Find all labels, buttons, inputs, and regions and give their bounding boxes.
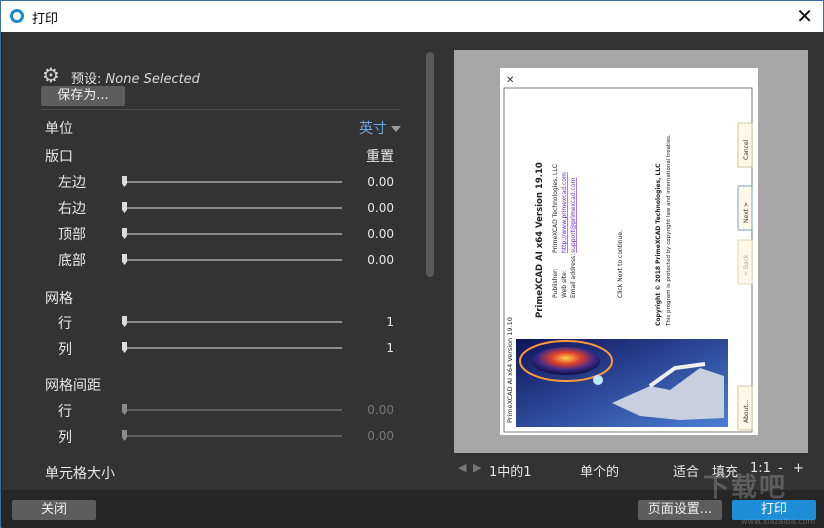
- spacing-rows-label: 行: [58, 404, 72, 420]
- preview-website-label: Web site:: [561, 270, 568, 298]
- spacing-rows-slider[interactable]: [122, 404, 342, 416]
- preview-cancel: Cancel: [743, 139, 750, 160]
- preview-company: PrimeXCAD Technologies, LLC: [552, 164, 559, 253]
- preview-copyright: Copyright © 2018 PrimeXCAD Technologies,…: [655, 163, 662, 326]
- close-button[interactable]: 关闭: [12, 500, 96, 520]
- grid-rows-value[interactable]: 1: [334, 315, 394, 329]
- preview-website: http://www.primexcad.com: [561, 172, 568, 253]
- save-as-button[interactable]: 保存为...: [41, 86, 125, 106]
- margin-right-label: 右边: [58, 201, 86, 217]
- app-icon: [10, 9, 24, 23]
- spacing-cols-slider[interactable]: [122, 430, 342, 442]
- spacing-cols-label: 列: [58, 430, 72, 446]
- units-dropdown[interactable]: 英寸: [359, 118, 401, 138]
- slider-thumb[interactable]: [122, 254, 127, 265]
- preview-legal: This program is protected by copyright l…: [666, 134, 672, 327]
- reset-button[interactable]: 重置: [366, 146, 394, 166]
- preview-email: support@primexcad.com: [570, 177, 577, 253]
- preview-email-label: Email address:: [570, 254, 577, 298]
- slider-thumb[interactable]: [122, 228, 127, 239]
- print-dialog: 打印 ✕ ⚙ 预设: None Selected 保存为... 单位 英寸 版口…: [0, 0, 824, 528]
- gear-icon[interactable]: ⚙: [42, 65, 60, 85]
- slider-thumb[interactable]: [122, 202, 127, 213]
- margin-bottom-label: 底部: [58, 253, 86, 269]
- watermark-url: www.xiazaiba.com: [741, 517, 816, 526]
- fit-button[interactable]: 适合: [673, 461, 699, 480]
- grid-cols-slider[interactable]: [122, 342, 342, 354]
- prev-page-icon[interactable]: ◀: [458, 461, 466, 474]
- slider-thumb[interactable]: [122, 404, 127, 415]
- preset-value[interactable]: None Selected: [106, 72, 200, 87]
- slider-thumb[interactable]: [122, 342, 127, 353]
- slider-thumb[interactable]: [122, 176, 127, 187]
- preview-about: About...: [743, 399, 750, 423]
- margin-bottom-slider[interactable]: [122, 254, 342, 266]
- dialog-body: ⚙ 预设: None Selected 保存为... 单位 英寸 版口 重置 左…: [2, 32, 824, 490]
- units-value: 英寸: [359, 121, 387, 137]
- margin-left-value[interactable]: 0.00: [334, 175, 394, 189]
- margins-header: 版口: [45, 149, 73, 165]
- title-bar: 打印 ✕: [1, 1, 823, 32]
- grid-rows-label: 行: [58, 316, 72, 332]
- margin-right-slider[interactable]: [122, 202, 342, 214]
- preview-next: Next >: [743, 202, 750, 223]
- grid-spacing-header: 网格间距: [45, 378, 101, 394]
- preview-app-title: PrimeXCAD AI x64 Version 19.10: [535, 162, 545, 318]
- page-indicator: 1中的1: [489, 465, 532, 480]
- margin-bottom-value[interactable]: 0.00: [334, 253, 394, 267]
- grid-cols-label: 列: [58, 342, 72, 358]
- preview-page: ✕ PrimeXCAD AI x64 Version 19.10 PrimeXC…: [500, 68, 758, 435]
- svg-text:✕: ✕: [506, 75, 514, 86]
- margin-left-slider[interactable]: [122, 176, 342, 188]
- window-title: 打印: [32, 12, 59, 27]
- preview-back: < Back: [743, 254, 750, 276]
- margin-top-slider[interactable]: [122, 228, 342, 240]
- preview-instruction: Click Next to continue.: [617, 230, 624, 298]
- preview-publisher-label: Publisher:: [552, 269, 559, 298]
- settings-panel: ⚙ 预设: None Selected 保存为... 单位 英寸 版口 重置 左…: [2, 32, 442, 490]
- units-label: 单位: [45, 121, 73, 137]
- spacing-rows-value[interactable]: 0.00: [334, 403, 394, 417]
- preview-installer-image: ✕ PrimeXCAD AI x64 Version 19.10 PrimeXC…: [500, 68, 758, 435]
- next-page-icon[interactable]: ▶: [473, 461, 481, 474]
- margin-top-value[interactable]: 0.00: [334, 227, 394, 241]
- spacing-cols-value[interactable]: 0.00: [334, 429, 394, 443]
- divider: [41, 109, 401, 110]
- watermark: 下载吧: [703, 473, 788, 503]
- margin-left-label: 左边: [58, 175, 86, 191]
- margin-top-label: 顶部: [58, 227, 86, 243]
- preview-caption: PrimeXCAD AI x64 Version 19.10: [506, 317, 514, 423]
- grid-rows-slider[interactable]: [122, 316, 342, 328]
- close-window-icon[interactable]: ✕: [796, 4, 813, 28]
- chevron-down-icon: [391, 126, 401, 132]
- slider-thumb[interactable]: [122, 316, 127, 327]
- cell-size-header: 单元格大小: [45, 466, 115, 482]
- preset-label: 预设:: [71, 72, 102, 87]
- zoom-in-button[interactable]: +: [793, 461, 804, 476]
- margin-right-value[interactable]: 0.00: [334, 201, 394, 215]
- dialog-footer: 关闭 页面设置... 打印: [2, 490, 824, 528]
- grid-cols-value[interactable]: 1: [334, 341, 394, 355]
- settings-scrollbar[interactable]: [426, 52, 434, 277]
- single-page-button[interactable]: 单个的: [580, 461, 619, 480]
- slider-thumb[interactable]: [122, 430, 127, 441]
- grid-header: 网格: [45, 291, 73, 307]
